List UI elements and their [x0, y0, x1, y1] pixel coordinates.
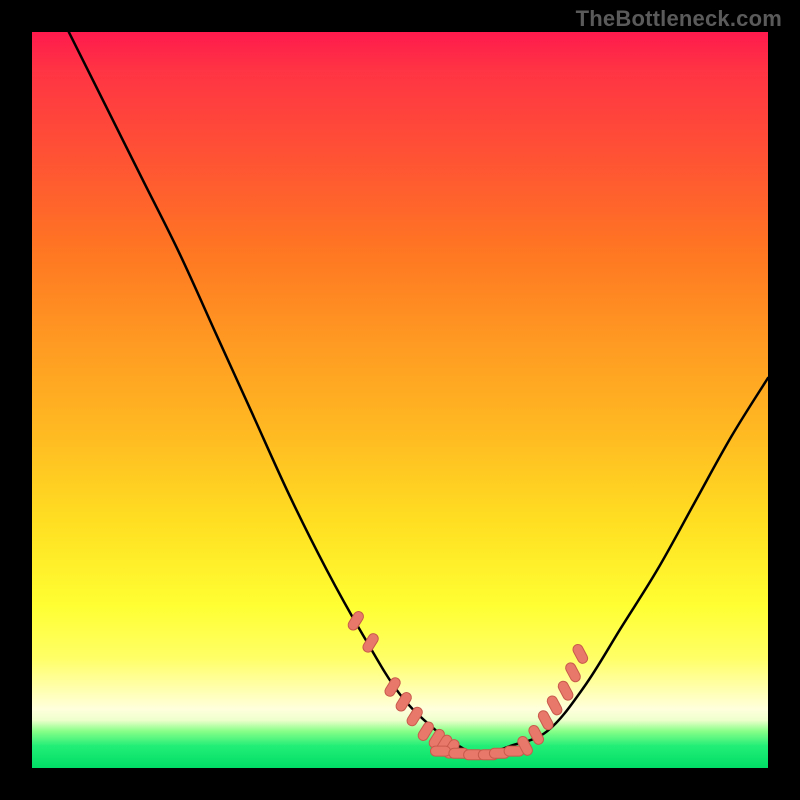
chart-marker	[545, 694, 563, 716]
chart-marker	[564, 661, 582, 683]
chart-marker	[537, 709, 555, 731]
chart-marker	[556, 680, 574, 702]
markers-right-cluster	[516, 643, 589, 757]
chart-marker	[431, 746, 451, 756]
bottleneck-curve	[69, 32, 768, 754]
chart-frame: TheBottleneck.com	[0, 0, 800, 800]
markers-left-cluster	[346, 610, 461, 760]
markers-bottom-cluster	[431, 746, 525, 760]
watermark-text: TheBottleneck.com	[576, 6, 782, 32]
chart-svg	[32, 32, 768, 768]
chart-marker	[571, 643, 589, 665]
chart-marker	[394, 691, 413, 713]
